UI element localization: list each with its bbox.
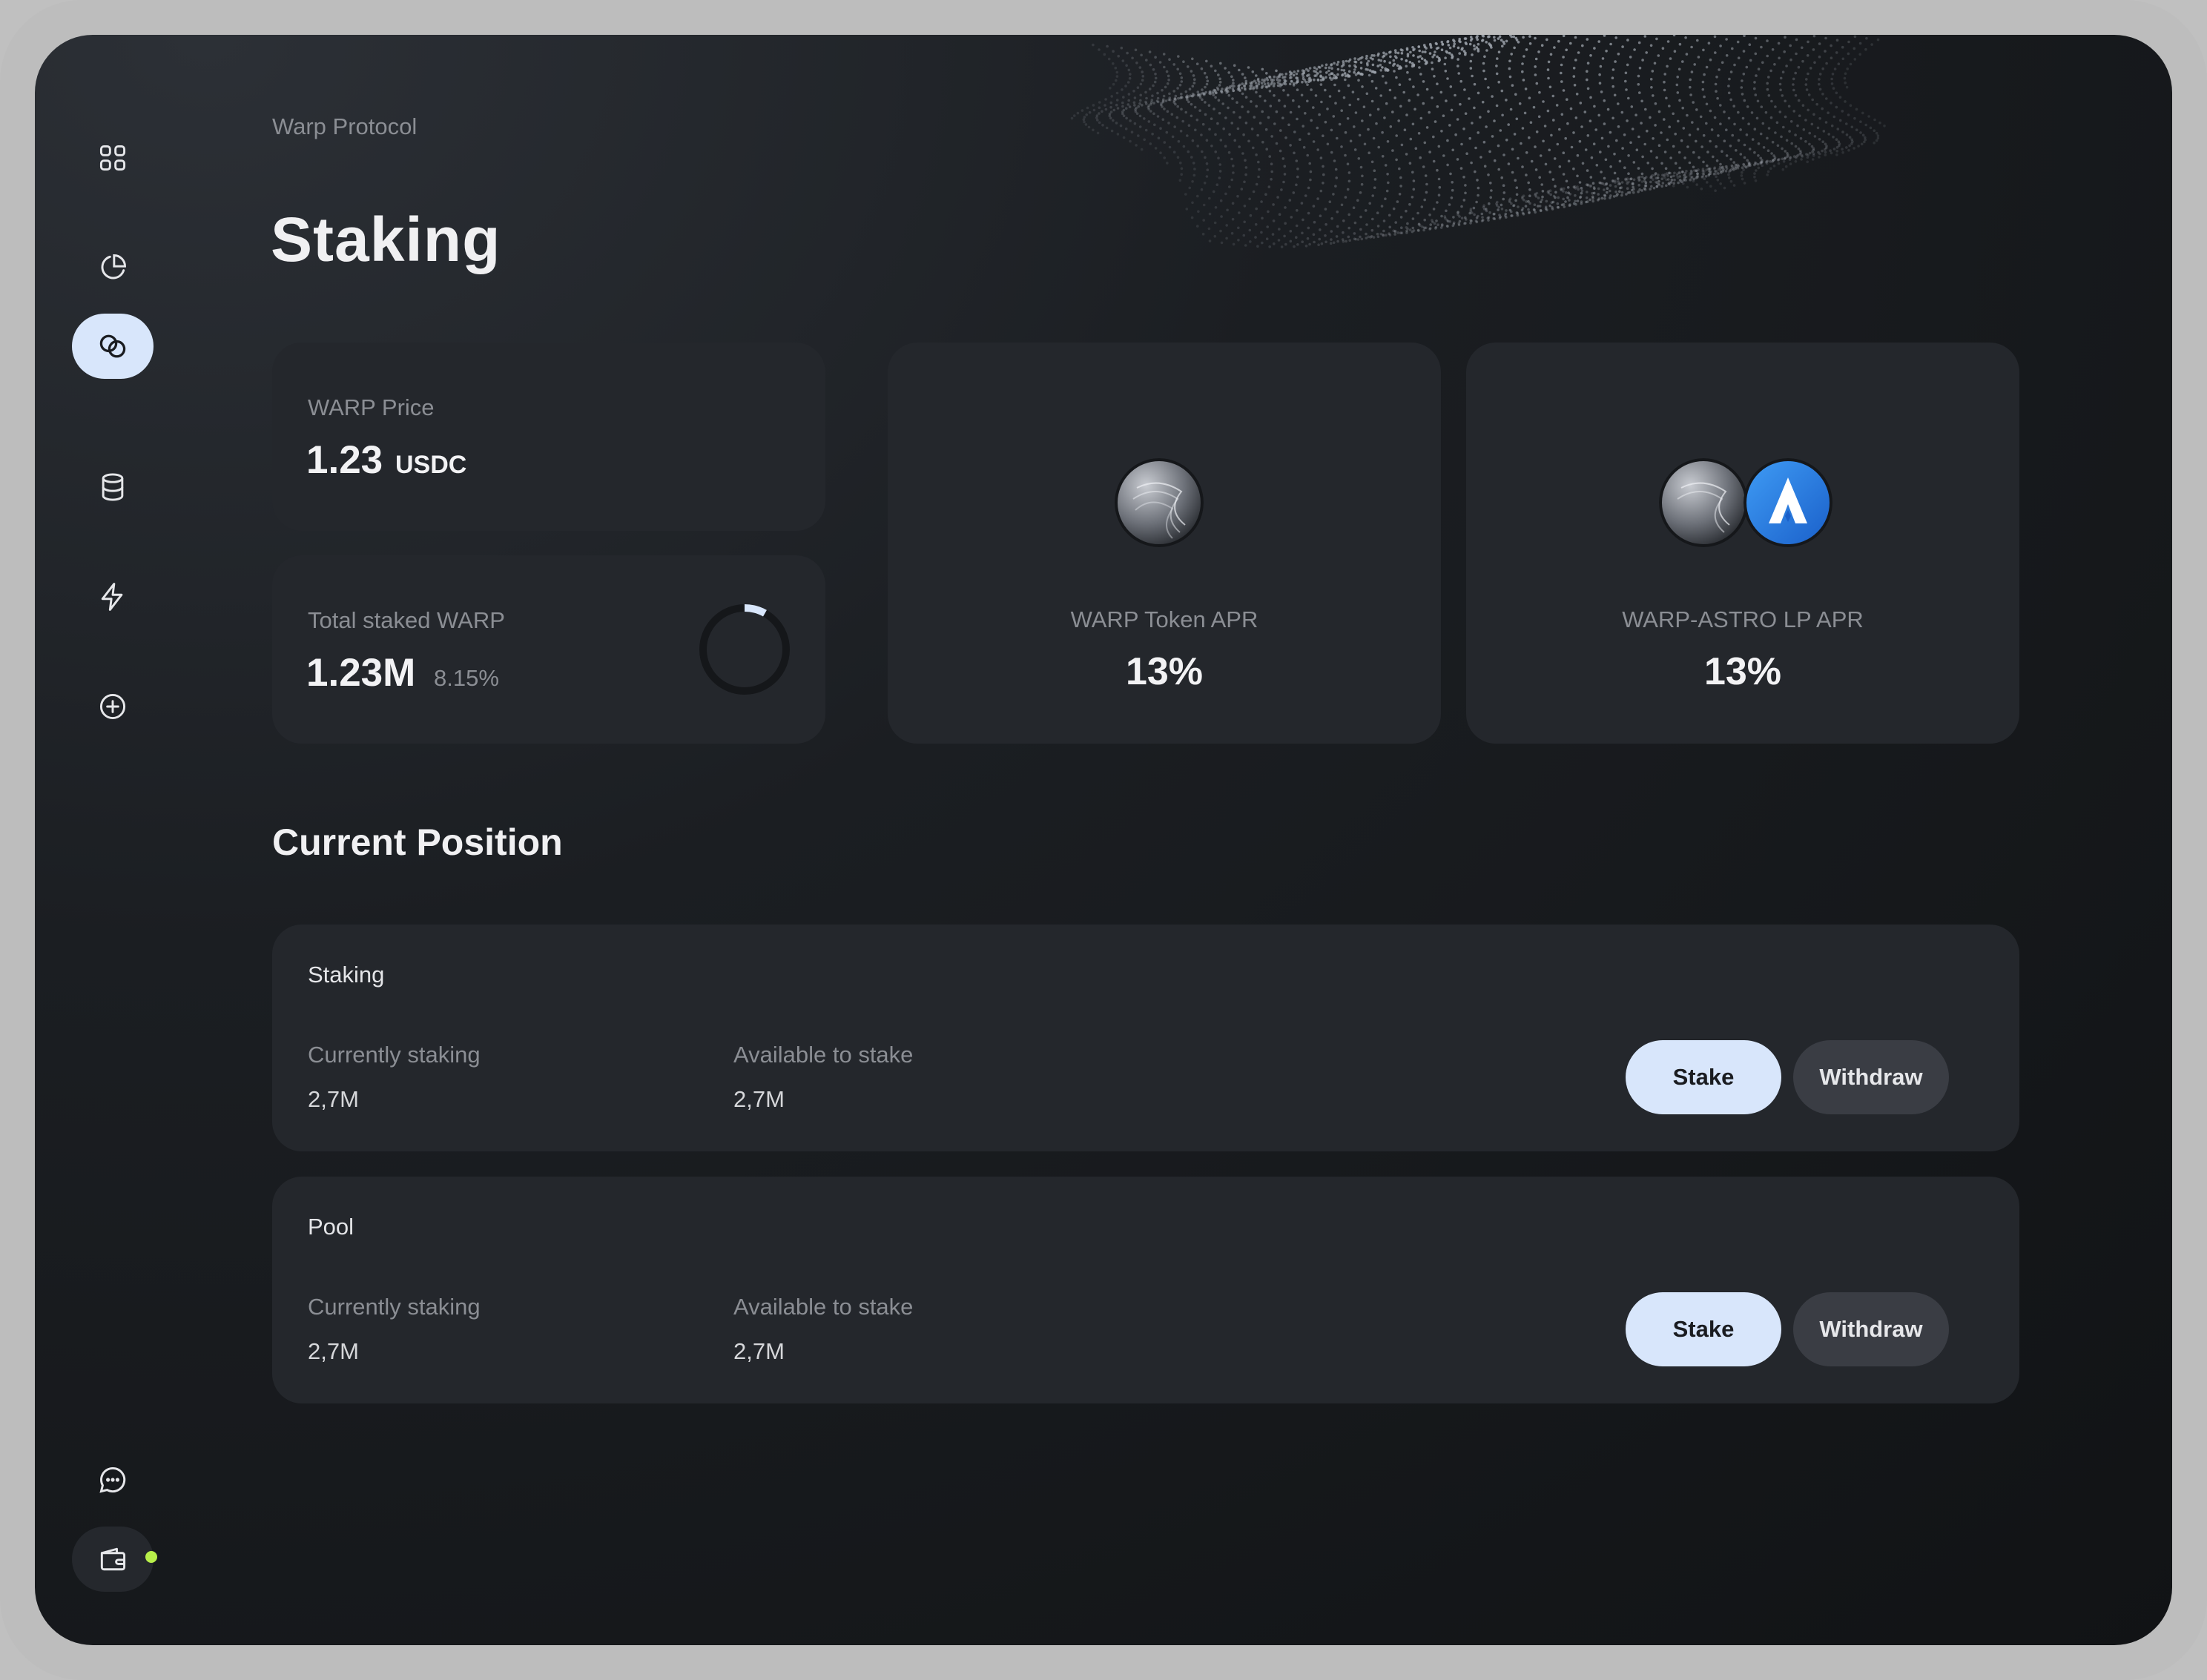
pie-chart-icon <box>101 254 126 280</box>
position-row-pool: Pool Currently staking 2,7M Available to… <box>272 1177 2019 1403</box>
warp-price-value: 1.23 <box>306 438 383 482</box>
available-to-stake-label: Available to stake <box>733 1042 914 1068</box>
warp-token-icon <box>1115 458 1204 547</box>
warp-token-apr-value: 13% <box>1125 650 1204 693</box>
warp-astro-lp-apr-card: WARP-ASTRO LP APR 13% <box>1466 343 2019 744</box>
wallet-button[interactable] <box>72 1527 154 1592</box>
chat-icon <box>99 1466 126 1493</box>
database-icon <box>102 473 124 501</box>
device-frame: Warp Protocol Staking WARP Price 1.23 US… <box>0 0 2207 1680</box>
grid-icon <box>99 145 126 171</box>
total-staked-value: 1.23M <box>306 651 416 695</box>
position-title: Pool <box>308 1214 354 1240</box>
available-to-stake-label: Available to stake <box>733 1294 914 1320</box>
wallet-status-dot <box>145 1551 157 1563</box>
nav-portfolio[interactable] <box>72 235 154 300</box>
warp-token-apr-card: WARP Token APR 13% <box>888 343 1441 744</box>
currently-staking-label: Currently staking <box>308 1042 481 1068</box>
currently-staking-value: 2,7M <box>308 1338 359 1364</box>
warp-price-label: WARP Price <box>308 394 435 420</box>
nav-staking[interactable] <box>72 314 154 379</box>
currently-staking-value: 2,7M <box>308 1086 359 1112</box>
total-staked-label: Total staked WARP <box>308 607 505 633</box>
page-title: Staking <box>271 205 501 274</box>
withdraw-button[interactable]: Withdraw <box>1793 1292 1949 1366</box>
nav-dashboard[interactable] <box>72 125 154 191</box>
wallet-icon <box>100 1547 126 1571</box>
warp-token-apr-label: WARP Token APR <box>1070 606 1258 632</box>
staked-ratio-ring <box>699 604 790 695</box>
astro-token-icon <box>1744 458 1832 547</box>
nav-automation[interactable] <box>72 564 154 629</box>
currently-staking-label: Currently staking <box>308 1294 481 1320</box>
stake-button[interactable]: Stake <box>1626 1292 1781 1366</box>
position-title: Staking <box>308 962 385 988</box>
wave-pattern-decoration <box>1070 35 1886 248</box>
plus-circle-icon <box>99 693 126 720</box>
app-screen: Warp Protocol Staking WARP Price 1.23 US… <box>35 35 2172 1645</box>
nav-create[interactable] <box>72 674 154 739</box>
available-to-stake-value: 2,7M <box>733 1086 785 1112</box>
position-row-staking: Staking Currently staking 2,7M Available… <box>272 925 2019 1151</box>
warp-astro-lp-apr-value: 13% <box>1703 650 1782 693</box>
withdraw-button[interactable]: Withdraw <box>1793 1040 1949 1114</box>
breadcrumb[interactable]: Warp Protocol <box>272 113 417 140</box>
sidebar <box>35 35 191 1645</box>
warp-price-card: WARP Price 1.23 USDC <box>272 343 825 531</box>
lightning-icon <box>101 583 123 611</box>
available-to-stake-value: 2,7M <box>733 1338 785 1364</box>
section-title: Current Position <box>272 821 563 863</box>
warp-token-icon <box>1659 458 1748 547</box>
nav-chat[interactable] <box>72 1447 154 1512</box>
warp-price-unit: USDC <box>395 451 467 479</box>
total-staked-percent: 8.15% <box>434 665 499 691</box>
warp-astro-lp-apr-label: WARP-ASTRO LP APR <box>1622 606 1864 632</box>
total-staked-card: Total staked WARP 1.23M 8.15% <box>272 555 825 744</box>
nav-vault[interactable] <box>72 454 154 520</box>
stake-button[interactable]: Stake <box>1626 1040 1781 1114</box>
coins-icon <box>99 334 126 358</box>
